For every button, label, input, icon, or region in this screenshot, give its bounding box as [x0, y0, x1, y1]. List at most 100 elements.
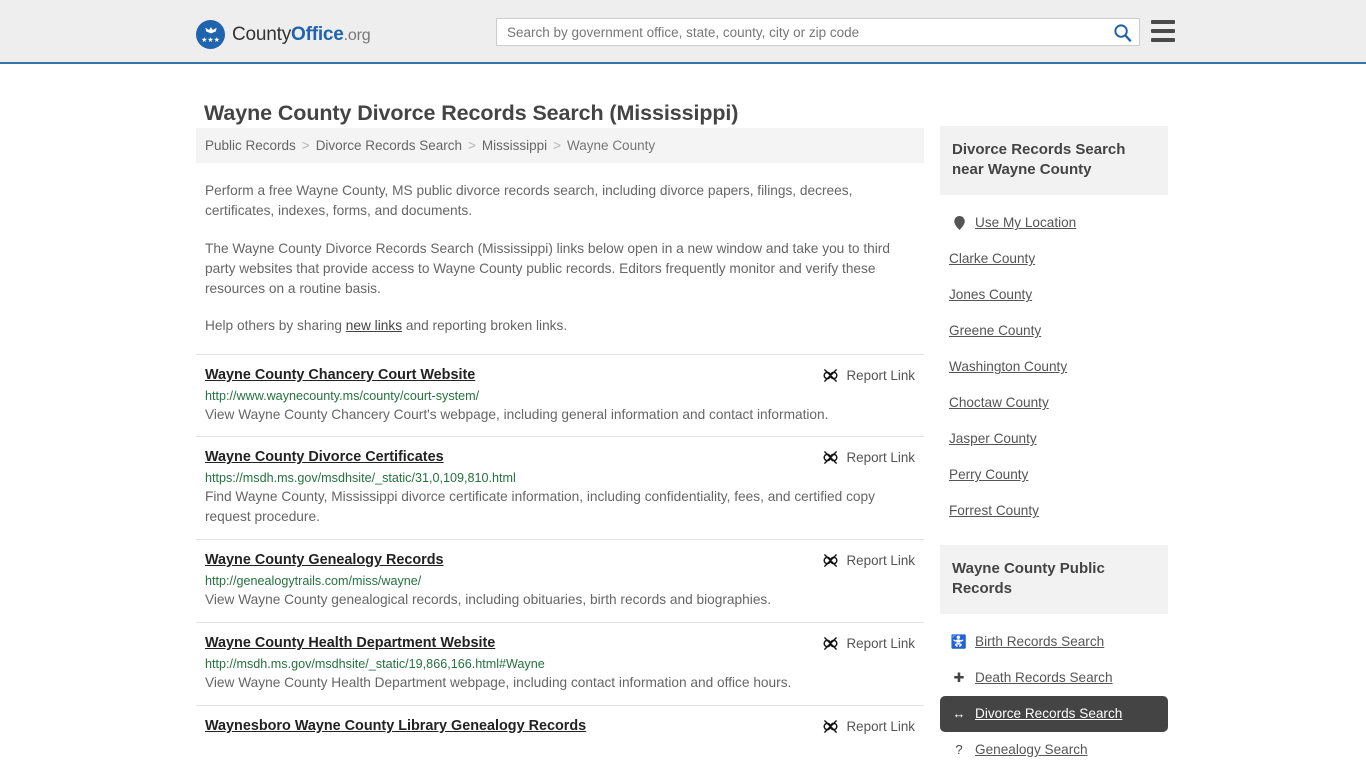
search-button[interactable] — [1105, 19, 1139, 45]
result-item: Waynesboro Wayne County Library Genealog… — [196, 704, 924, 747]
result-url[interactable]: http://msdh.ms.gov/msdhsite/_static/19,8… — [205, 657, 915, 671]
sidebar-item-use-my-location[interactable]: Use My Location — [940, 205, 1168, 241]
sidebar-nearby-list: Use My Location Clarke County Jones Coun… — [940, 205, 1168, 529]
result-title[interactable]: Wayne County Divorce Certificates — [205, 449, 444, 465]
result-title[interactable]: Wayne County Chancery Court Website — [205, 367, 475, 383]
sidebar-item-label[interactable]: Genealogy Search — [975, 742, 1088, 757]
sidebar-item-death-records-search[interactable]: ✚ Death Records Search — [940, 660, 1168, 696]
sidebar-item-label[interactable]: Jones County — [949, 287, 1032, 302]
left-right-arrow-icon: ↔ — [952, 706, 966, 722]
intro-paragraph-2: The Wayne County Divorce Records Search … — [205, 240, 890, 297]
report-link-label: Report Link — [846, 450, 915, 466]
sidebar-public-records-heading: Wayne County Public Records — [940, 544, 1168, 614]
search-icon — [1113, 23, 1131, 42]
breadcrumb-separator: > — [553, 138, 562, 153]
result-item: Wayne County Chancery Court Website http… — [196, 353, 924, 437]
sidebar-item-genealogy-search[interactable]: ? Genealogy Search — [940, 732, 1168, 768]
hamburger-bar — [1151, 20, 1175, 24]
stars-glyph: ★★★ — [201, 37, 220, 44]
sidebar-item-jones-county[interactable]: Jones County — [940, 277, 1168, 313]
breadcrumb-item-wayne-county: Wayne County — [567, 138, 656, 153]
sidebar-item-label[interactable]: Perry County — [949, 467, 1028, 482]
hamburger-menu-icon[interactable] — [1151, 20, 1175, 42]
result-description: View Wayne County genealogical records, … — [205, 592, 772, 608]
sidebar-item-washington-county[interactable]: Washington County — [940, 349, 1168, 385]
site-header: ★★★ CountyOffice.org — [0, 0, 1366, 64]
broken-link-icon — [823, 720, 838, 733]
sidebar-item-forrest-county[interactable]: Forrest County — [940, 493, 1168, 529]
sidebar-item-label[interactable]: Washington County — [949, 359, 1067, 374]
result-title[interactable]: Wayne County Genealogy Records — [205, 552, 444, 568]
intro-p3-after: and reporting broken links. — [402, 318, 568, 334]
sidebar-item-label[interactable]: Greene County — [949, 323, 1041, 338]
sidebar-item-label[interactable]: Death Records Search — [975, 670, 1113, 685]
result-description: View Wayne County Health Department webp… — [205, 675, 792, 691]
breadcrumb-item-public-records[interactable]: Public Records — [205, 138, 296, 153]
report-link-label: Report Link — [846, 367, 915, 383]
hamburger-bar — [1151, 29, 1175, 33]
sidebar-item-birth-records-search[interactable]: 🚼 Birth Records Search — [940, 624, 1168, 660]
sidebar-item-jasper-county[interactable]: Jasper County — [940, 421, 1168, 457]
search-input[interactable] — [497, 19, 1105, 45]
breadcrumb: Public Records > Divorce Records Search … — [196, 128, 924, 163]
report-link-label: Report Link — [846, 636, 915, 652]
result-url[interactable]: https://msdh.ms.gov/msdhsite/_static/31,… — [205, 471, 915, 485]
intro-p3-before: Help others by sharing — [205, 318, 346, 334]
sidebar-public-records-list: 🚼 Birth Records Search ✚ Death Records S… — [940, 624, 1168, 768]
logo-wordmark: CountyOffice.org — [232, 23, 371, 46]
report-link-button[interactable]: Report Link — [822, 552, 915, 569]
broken-link-icon — [823, 368, 838, 382]
result-title[interactable]: Waynesboro Wayne County Library Genealog… — [205, 718, 586, 734]
breadcrumb-item-mississippi[interactable]: Mississippi — [482, 138, 547, 153]
sidebar-item-perry-county[interactable]: Perry County — [940, 457, 1168, 493]
sidebar-item-label[interactable]: Forrest County — [949, 503, 1039, 518]
logo-text-county: County — [232, 23, 292, 45]
report-link-button[interactable]: Report Link — [822, 635, 915, 652]
result-url[interactable]: http://genealogytrails.com/miss/wayne/ — [205, 574, 915, 588]
result-item: Wayne County Divorce Certificates https:… — [196, 436, 924, 539]
breadcrumb-separator: > — [468, 138, 476, 153]
question-mark-icon: ? — [955, 742, 963, 758]
broken-link-icon — [823, 637, 838, 650]
sidebar-section-public-records: Wayne County Public Records 🚼 Birth Reco… — [940, 544, 1168, 768]
eagle-shield-icon: ★★★ — [196, 20, 225, 49]
cross-icon: ✚ — [953, 670, 965, 686]
sidebar-item-label[interactable]: Use My Location — [975, 215, 1076, 230]
sidebar-item-label[interactable]: Birth Records Search — [975, 634, 1104, 649]
result-url[interactable]: http://www.waynecounty.ms/county/court-s… — [205, 389, 915, 403]
breadcrumb-item-divorce-records-search[interactable]: Divorce Records Search — [316, 138, 462, 153]
result-description: View Wayne County Chancery Court's webpa… — [205, 406, 829, 422]
broken-link-icon — [823, 451, 838, 465]
sidebar-item-choctaw-county[interactable]: Choctaw County — [940, 385, 1168, 421]
intro-paragraph-3: Help others by sharing new links and rep… — [205, 316, 915, 336]
results-list: Wayne County Chancery Court Website http… — [196, 353, 924, 747]
sidebar-item-greene-county[interactable]: Greene County — [940, 313, 1168, 349]
report-link-label: Report Link — [846, 553, 915, 569]
report-link-button[interactable]: Report Link — [822, 367, 915, 384]
site-logo[interactable]: ★★★ CountyOffice.org — [196, 20, 371, 49]
sidebar-nearby-heading: Divorce Records Search near Wayne County — [940, 126, 1168, 195]
logo-text-org: .org — [343, 26, 371, 44]
report-link-button[interactable]: Report Link — [822, 449, 915, 466]
sidebar-item-clarke-county[interactable]: Clarke County — [940, 241, 1168, 277]
result-title[interactable]: Wayne County Health Department Website — [205, 635, 495, 651]
hamburger-bar — [1151, 38, 1175, 42]
sidebar-item-label[interactable]: Divorce Records Search — [975, 706, 1122, 721]
breadcrumb-separator: > — [301, 138, 310, 153]
sidebar: Divorce Records Search near Wayne County… — [940, 126, 1168, 768]
intro-paragraph-1: Perform a free Wayne County, MS public d… — [205, 183, 853, 219]
report-link-label: Report Link — [846, 718, 915, 734]
result-item: Wayne County Health Department Website h… — [196, 622, 924, 705]
sidebar-item-divorce-records-search[interactable]: ↔ Divorce Records Search — [940, 695, 1168, 732]
sidebar-section-nearby: Divorce Records Search near Wayne County… — [940, 126, 1168, 529]
eagle-wing-glyph — [204, 27, 217, 34]
map-pin-icon — [952, 215, 966, 230]
broken-link-icon — [823, 554, 838, 568]
new-links-link[interactable]: new links — [346, 318, 402, 333]
baby-icon: 🚼 — [950, 634, 968, 650]
report-link-button[interactable]: Report Link — [822, 718, 915, 735]
search-bar[interactable] — [496, 18, 1140, 46]
sidebar-item-label[interactable]: Clarke County — [949, 251, 1035, 266]
sidebar-item-label[interactable]: Jasper County — [949, 431, 1037, 446]
sidebar-item-label[interactable]: Choctaw County — [949, 395, 1049, 410]
